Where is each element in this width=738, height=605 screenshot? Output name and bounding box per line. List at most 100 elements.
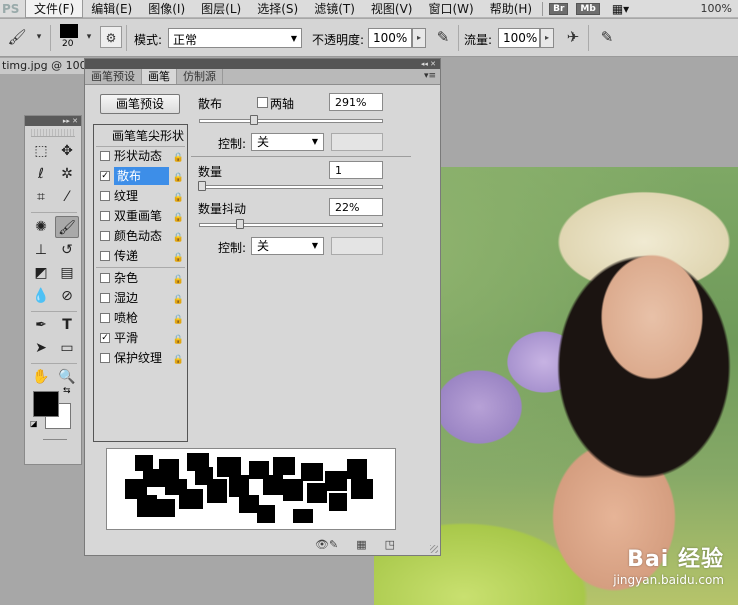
- foreground-color-swatch[interactable]: [33, 391, 59, 417]
- list-item-airbrush[interactable]: 喷枪 🔒: [94, 309, 187, 327]
- both-axes-checkbox[interactable]: [257, 97, 268, 108]
- toolbox-grip[interactable]: [31, 129, 75, 137]
- list-item-noise[interactable]: 杂色 🔒: [94, 269, 187, 287]
- count-slider-thumb[interactable]: [198, 181, 206, 191]
- open-preset-manager-icon[interactable]: ▦: [356, 538, 366, 551]
- tab-brush[interactable]: 画笔: [142, 69, 177, 84]
- list-item-transfer[interactable]: 传递 🔒: [94, 247, 187, 265]
- blur-tool-icon[interactable]: 💧: [29, 285, 53, 307]
- lock-icon[interactable]: 🔒: [173, 189, 184, 207]
- brush-tool-icon[interactable]: 🖌: [55, 216, 79, 238]
- checkbox[interactable]: [100, 251, 110, 261]
- lock-icon[interactable]: 🔒: [173, 351, 184, 369]
- lock-icon[interactable]: 🔒: [173, 169, 184, 187]
- panel-title-bar[interactable]: ◂◂ ✕: [85, 59, 440, 69]
- hand-tool-icon[interactable]: ✋: [29, 366, 53, 388]
- list-item-texture[interactable]: 纹理 🔒: [94, 187, 187, 205]
- lasso-tool-icon[interactable]: ℓ: [29, 163, 53, 185]
- checkbox[interactable]: [100, 273, 110, 283]
- tab-brush-presets[interactable]: 画笔预设: [85, 69, 142, 84]
- scatter-control-select[interactable]: 关 ▼: [251, 133, 324, 151]
- lock-icon[interactable]: 🔒: [173, 271, 184, 289]
- tool-preset-arrow-icon[interactable]: ▾: [28, 26, 50, 48]
- tablet-pressure-size-icon[interactable]: ✎: [596, 26, 618, 48]
- menu-filter[interactable]: 滤镜(T): [306, 0, 363, 17]
- brush-tool-icon[interactable]: 🖌: [6, 26, 28, 48]
- scatter-slider-thumb[interactable]: [250, 115, 258, 125]
- count-jitter-value-input[interactable]: 22%: [329, 198, 383, 216]
- pen-tool-icon[interactable]: ✒: [29, 314, 53, 336]
- default-colors-icon[interactable]: ◪: [30, 419, 38, 428]
- mode-select[interactable]: 正常 ▼: [168, 28, 302, 48]
- lock-icon[interactable]: 🔒: [173, 291, 184, 309]
- tablet-pressure-opacity-icon[interactable]: ✎: [432, 26, 454, 48]
- checkbox[interactable]: [100, 353, 110, 363]
- type-tool-icon[interactable]: T: [55, 314, 79, 336]
- toolbox-header[interactable]: ▸▸ ✕: [25, 116, 81, 126]
- move-tool-icon[interactable]: ✥: [55, 140, 79, 162]
- toggle-brush-panel-icon[interactable]: ⚙: [100, 26, 122, 48]
- list-item-protect-texture[interactable]: 保护纹理 🔒: [94, 349, 187, 367]
- path-selection-tool-icon[interactable]: ➤: [29, 337, 53, 359]
- lock-icon[interactable]: 🔒: [173, 311, 184, 329]
- lock-icon[interactable]: 🔒: [173, 229, 184, 247]
- list-item-smoothing[interactable]: ✓ 平滑 🔒: [94, 329, 187, 347]
- magic-wand-tool-icon[interactable]: ✲: [55, 163, 79, 185]
- menu-file[interactable]: 文件(F): [25, 0, 84, 18]
- flow-slider-arrow-icon[interactable]: ▸: [540, 28, 554, 48]
- menu-view[interactable]: 视图(V): [363, 0, 421, 17]
- list-item-brush-tip-shape[interactable]: 画笔笔尖形状: [94, 127, 187, 145]
- eyedropper-tool-icon[interactable]: ⁄: [55, 186, 79, 208]
- checkbox[interactable]: [100, 313, 110, 323]
- checkbox[interactable]: [100, 211, 110, 221]
- shape-tool-icon[interactable]: ▭: [55, 337, 79, 359]
- airbrush-icon[interactable]: ✈: [562, 26, 584, 48]
- list-item-dual-brush[interactable]: 双重画笔 🔒: [94, 207, 187, 225]
- menu-layer[interactable]: 图层(L): [193, 0, 249, 17]
- list-item-scattering[interactable]: ✓ 散布 🔒: [94, 167, 187, 185]
- checkbox[interactable]: [100, 151, 110, 161]
- list-item-wet-edges[interactable]: 湿边 🔒: [94, 289, 187, 307]
- checkbox[interactable]: [100, 231, 110, 241]
- spot-healing-tool-icon[interactable]: ✺: [29, 216, 53, 238]
- opacity-input[interactable]: 100%: [368, 28, 412, 48]
- lock-icon[interactable]: 🔒: [173, 249, 184, 267]
- lock-icon[interactable]: 🔒: [173, 209, 184, 227]
- brush-presets-button[interactable]: 画笔预设: [100, 94, 180, 114]
- document-tab[interactable]: timg.jpg @ 100: [0, 58, 84, 74]
- flow-input[interactable]: 100%: [498, 28, 540, 48]
- zoom-tool-icon[interactable]: 🔍: [55, 366, 79, 388]
- quick-mask-icon[interactable]: [43, 439, 67, 440]
- scatter-value-input[interactable]: 291%: [329, 93, 383, 111]
- checkbox[interactable]: [100, 191, 110, 201]
- checkbox[interactable]: [100, 293, 110, 303]
- checkbox[interactable]: ✓: [100, 333, 110, 343]
- menu-edit[interactable]: 编辑(E): [83, 0, 140, 17]
- scatter-slider[interactable]: [199, 115, 383, 125]
- list-item-color-dynamics[interactable]: 颜色动态 🔒: [94, 227, 187, 245]
- menu-image[interactable]: 图像(I): [140, 0, 193, 17]
- menu-help[interactable]: 帮助(H): [482, 0, 540, 17]
- history-brush-tool-icon[interactable]: ↺: [55, 239, 79, 261]
- panel-menu-icon[interactable]: ▾≡: [424, 71, 436, 81]
- zoom-level[interactable]: 100%: [701, 2, 732, 15]
- gradient-tool-icon[interactable]: ▤: [55, 262, 79, 284]
- menu-window[interactable]: 窗口(W): [420, 0, 481, 17]
- tab-clone-source[interactable]: 仿制源: [177, 69, 223, 84]
- brush-tip-preview[interactable]: [60, 24, 78, 38]
- count-jitter-control-select[interactable]: 关 ▼: [251, 237, 324, 255]
- opacity-slider-arrow-icon[interactable]: ▸: [412, 28, 426, 48]
- checkbox[interactable]: ✓: [100, 171, 110, 181]
- crop-tool-icon[interactable]: ⌗: [29, 186, 53, 208]
- count-slider[interactable]: [198, 181, 383, 191]
- clone-stamp-tool-icon[interactable]: ⊥: [29, 239, 53, 261]
- count-jitter-slider-thumb[interactable]: [236, 219, 244, 229]
- lock-icon[interactable]: 🔒: [173, 149, 184, 167]
- bridge-button[interactable]: Br: [549, 2, 569, 15]
- arrange-documents-icon[interactable]: ▦▾: [604, 2, 637, 16]
- create-new-brush-icon[interactable]: ◳: [385, 538, 395, 551]
- count-value-input[interactable]: 1: [329, 161, 383, 179]
- minibridge-button[interactable]: Mb: [576, 2, 600, 15]
- marquee-tool-icon[interactable]: ⬚: [29, 140, 53, 162]
- lock-icon[interactable]: 🔒: [173, 331, 184, 349]
